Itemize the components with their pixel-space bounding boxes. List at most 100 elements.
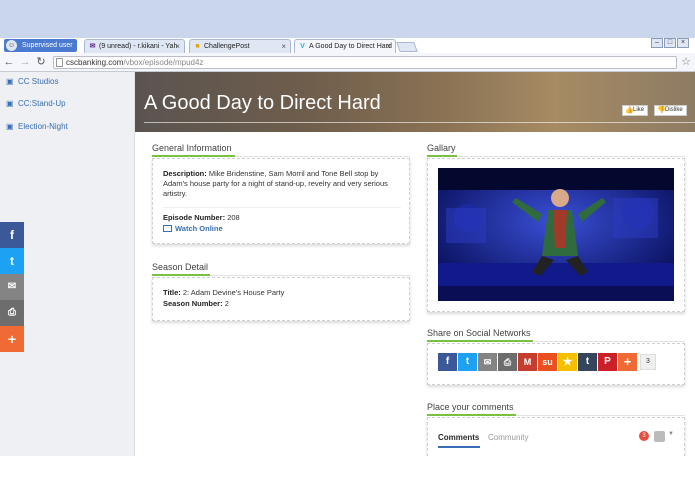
- thumbs-up-icon: 👍: [625, 107, 634, 114]
- supervised-user-badge[interactable]: ☺ Supervised user: [4, 39, 77, 52]
- watch-online-label: Watch Online: [175, 224, 223, 233]
- print-icon[interactable]: ⎙: [498, 353, 517, 371]
- episode-number-value: 208: [227, 213, 240, 222]
- section-underline: [427, 414, 516, 416]
- user-face-icon: ☺: [6, 40, 17, 51]
- twitter-icon[interactable]: t: [458, 353, 477, 371]
- episode-hero-banner: A Good Day to Direct Hard 👍 Like 👎 Disli…: [135, 72, 695, 132]
- sidebar-item-cc-studios[interactable]: ▣ CC Studios: [6, 75, 58, 89]
- tab-label: A Good Day to Direct Hard: [309, 43, 392, 50]
- season-title-value: 2: Adam Devine's House Party: [182, 288, 285, 297]
- facebook-icon[interactable]: f: [438, 353, 457, 371]
- browser-tab-active[interactable]: V A Good Day to Direct Hard ×: [294, 39, 396, 53]
- facebook-icon[interactable]: f: [0, 222, 24, 248]
- pinterest-icon[interactable]: P: [598, 353, 617, 371]
- supervised-label: Supervised user: [22, 42, 73, 49]
- favorite-star-icon[interactable]: ★: [558, 353, 577, 371]
- notification-badge[interactable]: 3: [639, 431, 649, 441]
- stumbleupon-icon[interactable]: su: [538, 353, 557, 371]
- minimize-button[interactable]: –: [651, 38, 663, 48]
- address-bar[interactable]: cscbanking.com/vbox/episode/mpud4z: [53, 56, 677, 69]
- sidebar-item-label: CC Studios: [18, 77, 59, 86]
- email-icon[interactable]: ✉: [478, 353, 497, 371]
- tab-community[interactable]: Community: [488, 433, 528, 442]
- url-path: /vbox/episode/mpud4z: [123, 58, 204, 67]
- page-title: A Good Day to Direct Hard: [144, 92, 381, 114]
- section-line: [427, 156, 685, 157]
- section-underline: [427, 155, 457, 157]
- page-icon: [56, 58, 63, 67]
- sidebar-item-label: Election-Night: [18, 122, 68, 131]
- general-information-card: Description: Mike Bridenstine, Sam Morri…: [152, 158, 410, 244]
- tab-comments[interactable]: Comments: [438, 433, 479, 442]
- vimeo-icon: V: [300, 43, 305, 50]
- watch-online-link[interactable]: Watch Online: [163, 224, 223, 233]
- add-share-icon[interactable]: +: [0, 326, 24, 352]
- sidebar-item-cc-stand-up[interactable]: ▣ CC:Stand-Up: [6, 97, 66, 111]
- stage-performer-image: [438, 168, 674, 301]
- print-icon[interactable]: ⎙: [0, 300, 24, 326]
- share-buttons: f t ✉ ⎙ M su ★ t P +: [438, 353, 637, 371]
- film-icon: [163, 225, 172, 232]
- tv-icon: ▣: [6, 99, 14, 108]
- close-icon[interactable]: ×: [386, 40, 391, 53]
- active-tab-indicator: [438, 446, 480, 448]
- gmail-icon[interactable]: M: [518, 353, 537, 371]
- user-avatar-icon[interactable]: [654, 431, 665, 442]
- tv-icon: ▣: [6, 77, 14, 86]
- like-label: Like: [633, 107, 645, 113]
- dislike-label: Dislike: [665, 107, 683, 113]
- section-underline: [152, 155, 235, 157]
- comments-heading: Place your comments: [427, 402, 514, 412]
- web-page: ▣ CC Studios ▣ CC:Stand-Up ▣ Election-Ni…: [0, 72, 695, 456]
- episode-number-field: Episode Number: 208: [163, 213, 240, 223]
- general-information-heading: General Information: [152, 143, 232, 153]
- browser-toolbar: ← → ↻ cscbanking.com/vbox/episode/mpud4z…: [0, 53, 695, 72]
- section-underline: [427, 340, 533, 342]
- close-window-button[interactable]: ×: [677, 38, 689, 48]
- section-underline: [152, 274, 210, 276]
- reload-icon[interactable]: ↻: [34, 55, 48, 69]
- floating-share-bar: f t ✉ ⎙ +: [0, 222, 24, 352]
- description-field: Description: Mike Bridenstine, Sam Morri…: [163, 169, 401, 199]
- episode-number-label: Episode Number:: [163, 213, 226, 222]
- challengepost-icon: ■: [195, 43, 200, 50]
- close-icon[interactable]: ×: [281, 40, 286, 53]
- tumblr-icon[interactable]: t: [578, 353, 597, 371]
- share-heading: Share on Social Networks: [427, 328, 531, 338]
- mail-icon: ✉: [89, 43, 96, 50]
- season-number-field: Season Number: 2: [163, 299, 229, 309]
- window-controls: – □ ×: [651, 38, 689, 50]
- add-share-icon[interactable]: +: [618, 353, 637, 371]
- description-label: Description:: [163, 169, 207, 178]
- twitter-icon[interactable]: t: [0, 248, 24, 274]
- sidebar-item-election-night[interactable]: ▣ Election-Night: [6, 120, 68, 134]
- bookmark-star-icon[interactable]: ☆: [681, 54, 691, 70]
- divider: [163, 207, 401, 208]
- maximize-button[interactable]: □: [664, 38, 676, 48]
- browser-tabstrip: [0, 0, 695, 38]
- sidebar-item-label: CC:Stand-Up: [18, 99, 66, 108]
- browser-tab-challengepost[interactable]: ■ ChallengePost ×: [189, 39, 291, 53]
- tab-label: (9 unread) - r.kikani - Yah: [99, 43, 178, 50]
- season-number-label: Season Number:: [163, 299, 223, 308]
- season-title-label: Title:: [163, 288, 181, 297]
- tab-label: ChallengePost: [204, 43, 250, 50]
- email-icon[interactable]: ✉: [0, 274, 24, 300]
- chevron-down-icon[interactable]: ▼: [668, 431, 674, 437]
- url-domain: cscbanking.com: [66, 58, 124, 67]
- share-count: 3: [640, 354, 656, 370]
- season-detail-heading: Season Detail: [152, 262, 209, 272]
- close-icon[interactable]: ×: [175, 40, 180, 53]
- season-detail-card: Title: 2: Adam Devine's House Party Seas…: [152, 277, 410, 321]
- gallery-heading: Gallary: [427, 143, 456, 153]
- back-arrow-icon[interactable]: ←: [2, 55, 16, 69]
- browser-tab-yahoo-mail[interactable]: ✉ (9 unread) - r.kikani - Yah ×: [84, 39, 185, 53]
- episode-video-thumbnail[interactable]: [438, 168, 674, 301]
- tv-icon: ▣: [6, 122, 14, 131]
- thumbs-down-icon: 👎: [657, 107, 666, 114]
- forward-arrow-icon[interactable]: →: [18, 55, 32, 69]
- new-tab-button[interactable]: [396, 42, 418, 52]
- dislike-button[interactable]: 👎 Dislike: [654, 105, 687, 116]
- like-button[interactable]: 👍 Like: [622, 105, 649, 116]
